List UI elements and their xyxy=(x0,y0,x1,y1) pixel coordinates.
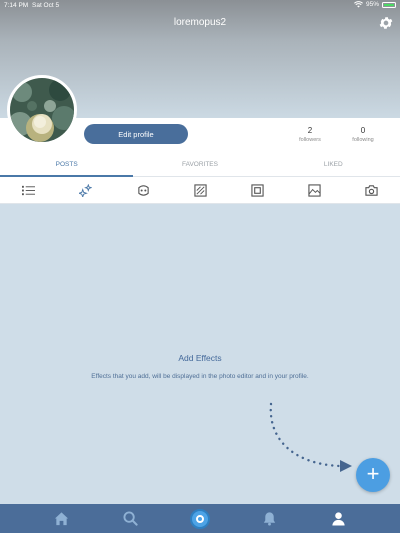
edit-profile-button[interactable]: Edit profile xyxy=(84,124,188,144)
mask-icon[interactable] xyxy=(137,184,150,197)
gear-icon[interactable] xyxy=(378,15,394,31)
followers-label: followers xyxy=(299,137,321,143)
followers-count: 2 xyxy=(307,126,313,135)
tab-liked[interactable]: LIKED xyxy=(267,155,400,176)
frame-icon[interactable] xyxy=(251,184,264,197)
home-icon[interactable] xyxy=(54,511,69,526)
wifi-icon xyxy=(354,1,363,8)
search-icon[interactable] xyxy=(123,511,138,526)
profile-icon[interactable] xyxy=(331,511,346,526)
profile-username: loremopus2 xyxy=(173,17,227,28)
effects-sparkle-icon[interactable] xyxy=(79,184,92,197)
content-filter-bar xyxy=(0,177,400,204)
bell-icon[interactable] xyxy=(262,511,277,526)
status-time: 7:14 PM xyxy=(4,2,29,9)
following-count: 0 xyxy=(360,126,366,135)
profile-tabs: POSTS FAVORITES LIKED xyxy=(0,155,400,177)
avatar[interactable] xyxy=(7,75,77,145)
empty-state-description: Effects that you add, will be displayed … xyxy=(91,373,309,380)
tab-favorites[interactable]: FAVORITES xyxy=(133,155,266,176)
pattern-icon[interactable] xyxy=(194,184,207,197)
battery-icon xyxy=(382,1,396,8)
add-effect-button[interactable]: + xyxy=(356,458,390,492)
dotted-arrow-icon xyxy=(269,402,352,472)
image-icon[interactable] xyxy=(308,184,321,197)
bottom-nav xyxy=(0,504,400,533)
status-date: Sat Oct 5 xyxy=(32,2,60,9)
list-icon[interactable] xyxy=(22,184,35,197)
following-stat[interactable]: 0 following xyxy=(343,126,383,143)
followers-stat[interactable]: 2 followers xyxy=(290,126,330,143)
status-right: 95% xyxy=(354,1,396,8)
following-label: following xyxy=(352,137,374,143)
battery-percent: 95% xyxy=(365,1,379,8)
avatar-image xyxy=(10,78,74,142)
tab-posts[interactable]: POSTS xyxy=(0,155,134,177)
create-icon[interactable] xyxy=(190,509,210,529)
status-bar: 7:14 PM Sat Oct 5 95% xyxy=(0,0,400,12)
camera-icon[interactable] xyxy=(365,184,378,197)
empty-state-title: Add Effects xyxy=(178,353,222,363)
